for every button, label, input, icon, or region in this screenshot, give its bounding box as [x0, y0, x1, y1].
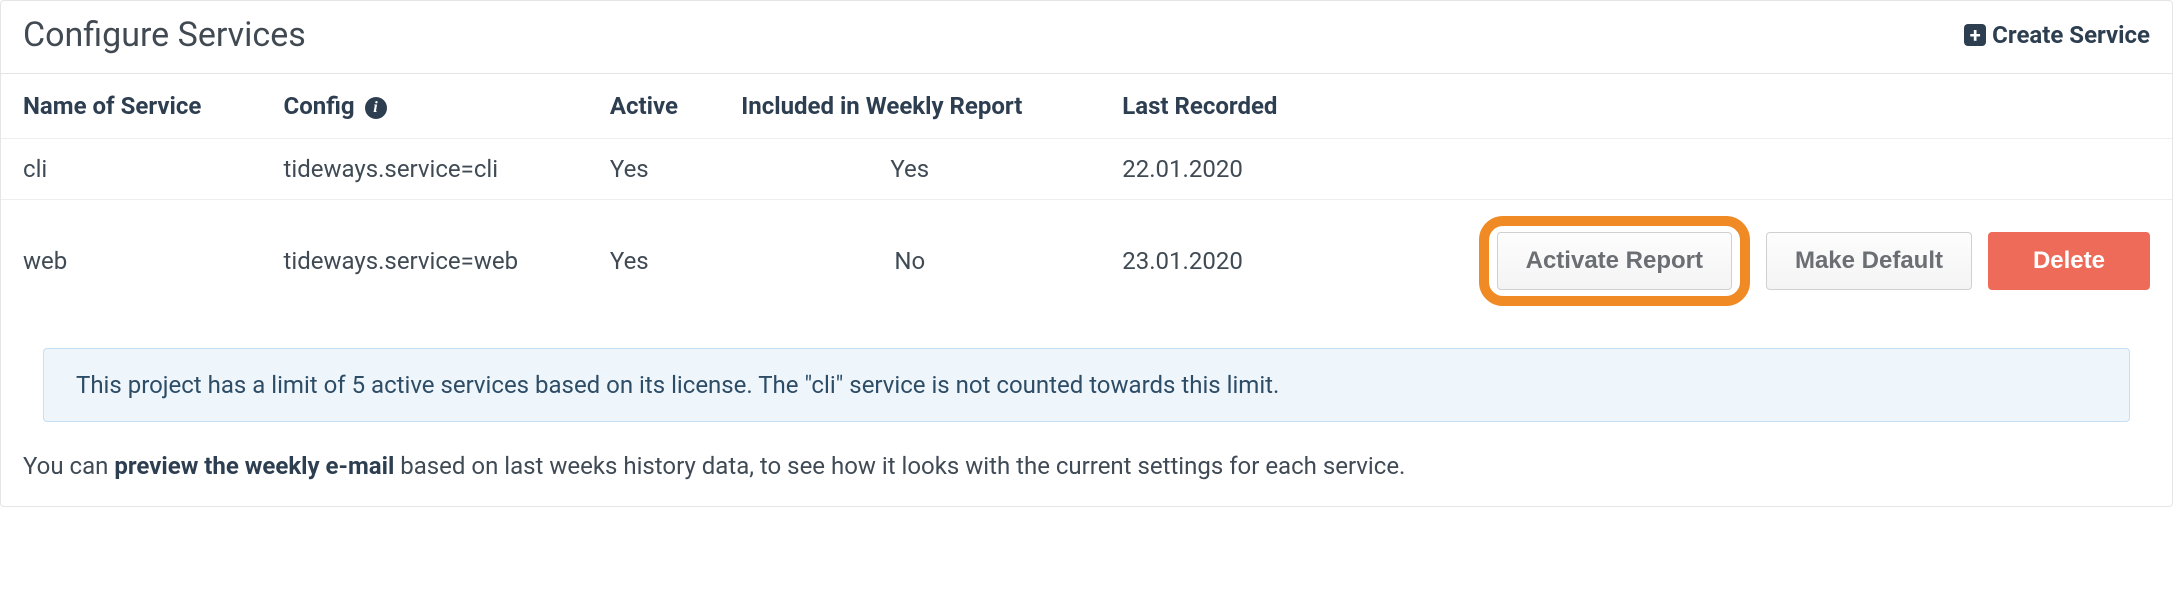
delete-button[interactable]: Delete [1988, 232, 2150, 290]
table-header-row: Name of Service Config i Active Included… [1, 74, 2172, 139]
table-row: web tideways.service=web Yes No 23.01.20… [1, 200, 2172, 323]
cell-actions [1334, 139, 2172, 200]
highlight-annotation: Activate Report [1479, 216, 1750, 306]
panel-header: Configure Services + Create Service [1, 1, 2172, 73]
license-info-box: This project has a limit of 5 active ser… [43, 348, 2130, 422]
footer-text: You can preview the weekly e-mail based … [1, 432, 2172, 506]
cell-name: cli [1, 139, 262, 200]
footer-prefix: You can [23, 452, 114, 480]
col-config: Config i [262, 74, 588, 139]
plus-icon: + [1964, 24, 1986, 46]
config-link[interactable]: Config i [284, 92, 387, 120]
cell-active: Yes [588, 139, 719, 200]
create-service-button[interactable]: + Create Service [1964, 21, 2150, 49]
page-title: Configure Services [23, 15, 306, 55]
col-active: Active [588, 74, 719, 139]
cell-config: tideways.service=web [262, 200, 588, 323]
col-name: Name of Service [1, 74, 262, 139]
cell-name: web [1, 200, 262, 323]
configure-services-panel: Configure Services + Create Service Name… [0, 0, 2173, 507]
activate-report-button[interactable]: Activate Report [1497, 232, 1732, 290]
cell-weekly: Yes [719, 139, 1100, 200]
make-default-button[interactable]: Make Default [1766, 232, 1972, 290]
cell-config: tideways.service=cli [262, 139, 588, 200]
services-table: Name of Service Config i Active Included… [1, 73, 2172, 322]
cell-last: 23.01.2020 [1100, 200, 1333, 323]
cell-last: 22.01.2020 [1100, 139, 1333, 200]
col-actions [1334, 74, 2172, 139]
create-service-label: Create Service [1992, 21, 2150, 49]
footer-suffix: based on last weeks history data, to see… [394, 452, 1405, 480]
col-weekly: Included in Weekly Report [719, 74, 1100, 139]
config-label: Config [284, 92, 355, 120]
info-icon: i [365, 97, 387, 119]
cell-active: Yes [588, 200, 719, 323]
cell-weekly: No [719, 200, 1100, 323]
preview-weekly-email-link[interactable]: preview the weekly e-mail [114, 452, 394, 480]
table-row: cli tideways.service=cli Yes Yes 22.01.2… [1, 139, 2172, 200]
cell-actions: Activate Report Make Default Delete [1334, 200, 2172, 323]
col-last: Last Recorded [1100, 74, 1333, 139]
